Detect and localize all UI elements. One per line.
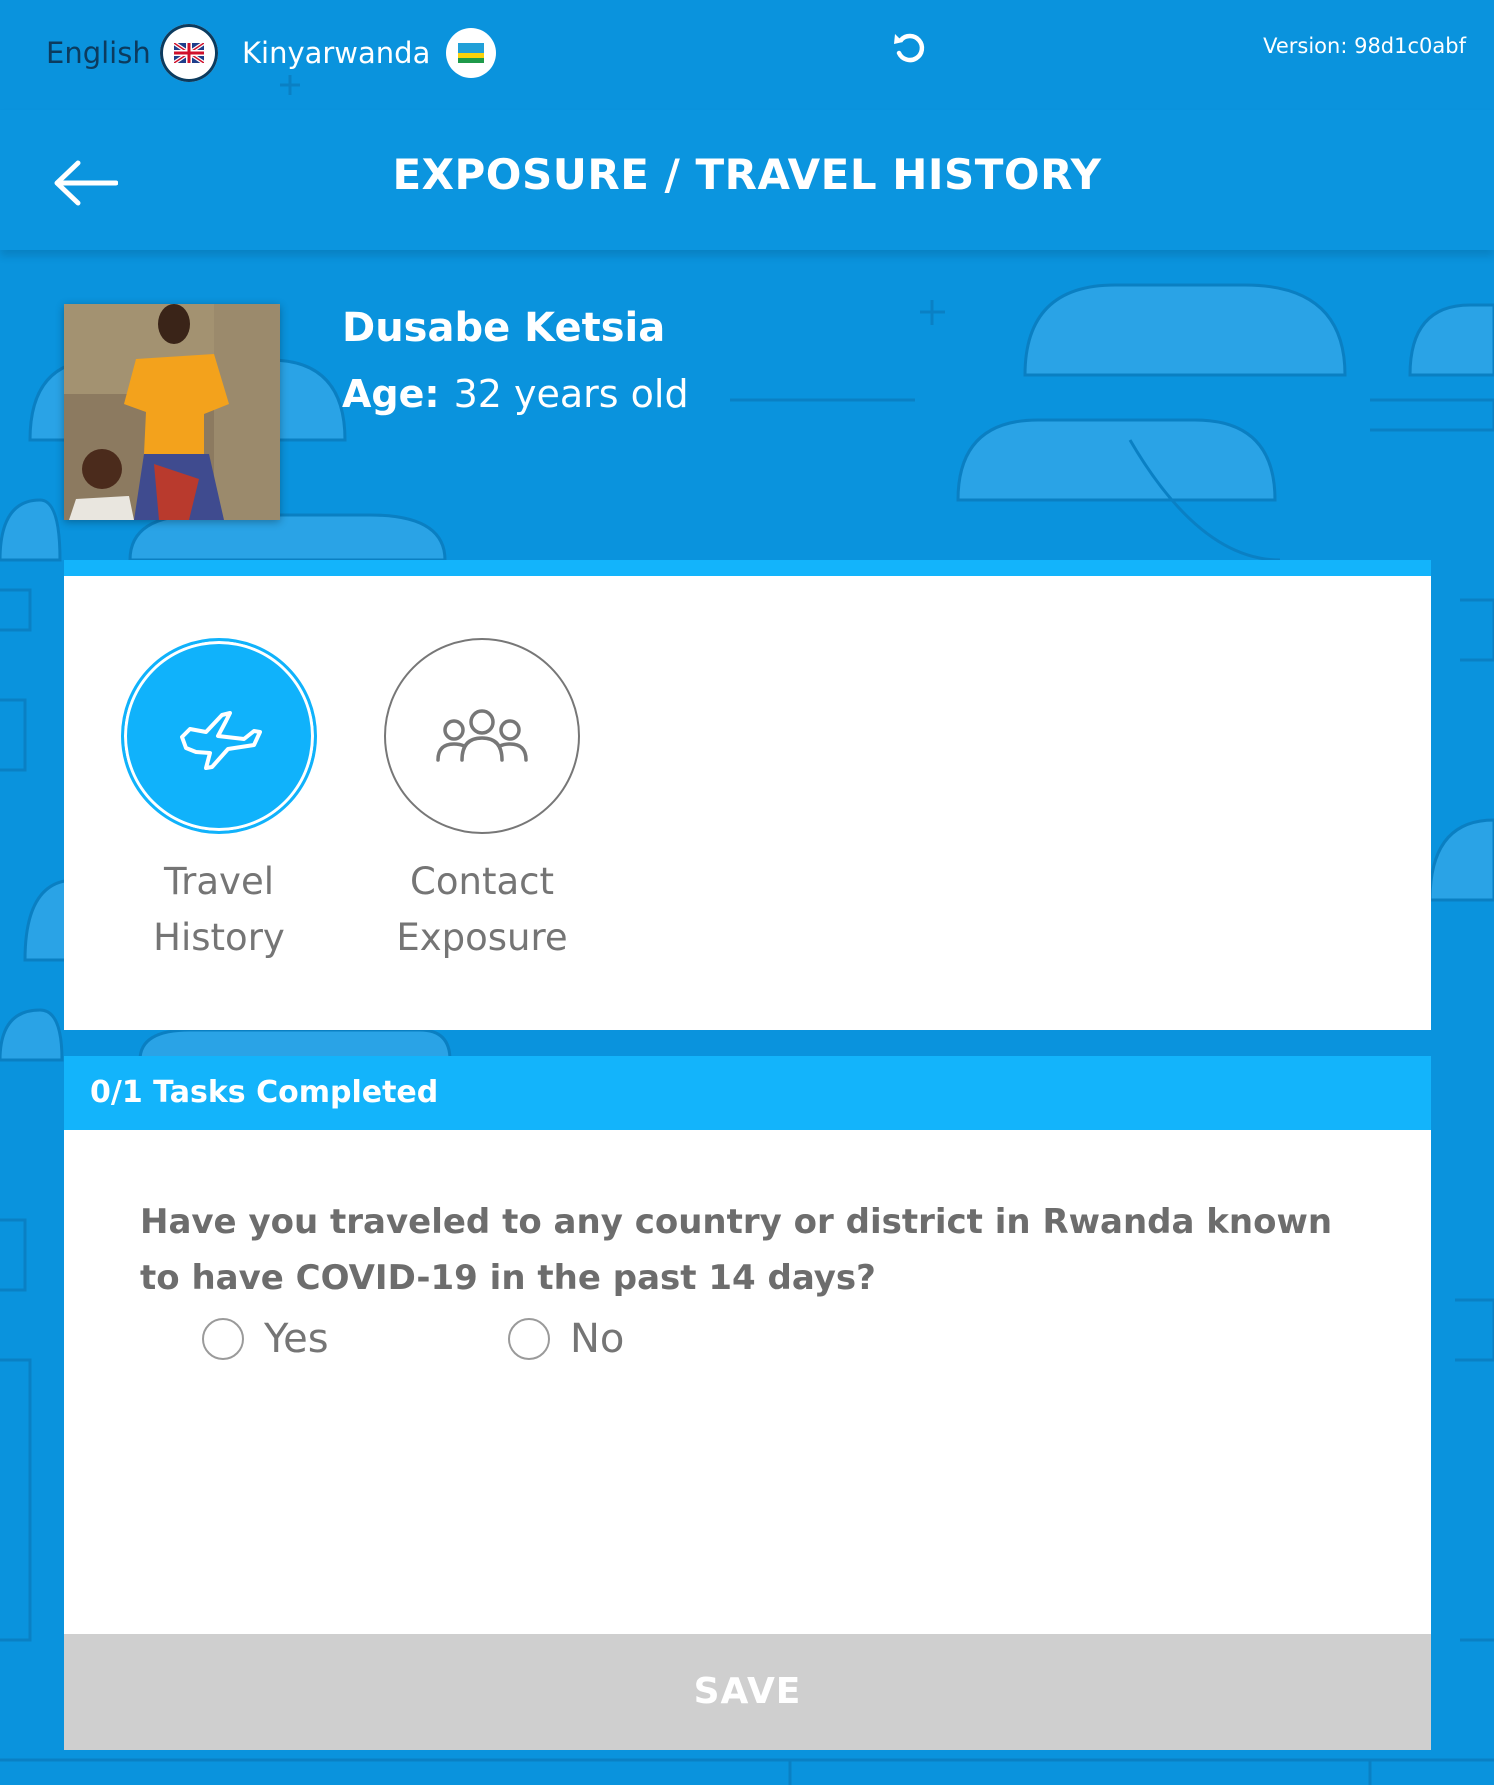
radio-no[interactable] — [508, 1318, 550, 1360]
tasks-status-bar: 0/1 Tasks Completed — [64, 1056, 1431, 1130]
travel-history-circle[interactable] — [121, 638, 317, 834]
tab-travel-history[interactable]: Travel History — [119, 638, 319, 966]
version-label: Version: 98d1c0abf — [1263, 34, 1466, 58]
contact-exposure-circle[interactable] — [384, 638, 580, 834]
option-no[interactable]: No — [508, 1316, 624, 1362]
language-kinyarwanda-label[interactable]: Kinyarwanda — [242, 36, 430, 70]
question-text: Have you traveled to any country or dist… — [140, 1202, 1333, 1298]
rwanda-flag-icon[interactable] — [446, 28, 496, 78]
category-card: Travel History Contact Exposure — [64, 560, 1431, 1030]
option-yes[interactable]: Yes — [202, 1316, 329, 1362]
age-label: Age: — [342, 372, 440, 416]
page-title: EXPOSURE / TRAVEL HISTORY — [392, 150, 1102, 199]
uk-flag-icon[interactable] — [160, 24, 218, 82]
radio-yes[interactable] — [202, 1318, 244, 1360]
airplane-icon — [180, 711, 262, 770]
language-english-label[interactable]: English — [46, 36, 151, 70]
save-button[interactable]: SAVE — [64, 1634, 1431, 1750]
patient-photo — [64, 304, 280, 520]
age-value: 32 years old — [453, 372, 689, 416]
patient-name: Dusabe Ketsia — [342, 305, 666, 351]
people-group-icon — [436, 709, 528, 762]
patient-age: Age: 32 years old — [342, 372, 689, 416]
tab-contact-exposure[interactable]: Contact Exposure — [382, 638, 582, 966]
page-header: EXPOSURE / TRAVEL HISTORY — [0, 110, 1494, 250]
tab-contact-exposure-label: Contact Exposure — [396, 860, 568, 959]
question-card: 0/1 Tasks Completed Have you traveled to… — [64, 1056, 1431, 1750]
option-yes-label[interactable]: Yes — [264, 1316, 329, 1362]
top-bar: English Kinyarwanda Version: 98d1c0abf — [0, 0, 1494, 110]
tab-travel-history-label: Travel History — [153, 860, 285, 959]
refresh-icon[interactable] — [890, 28, 930, 68]
option-no-label[interactable]: No — [570, 1316, 624, 1362]
